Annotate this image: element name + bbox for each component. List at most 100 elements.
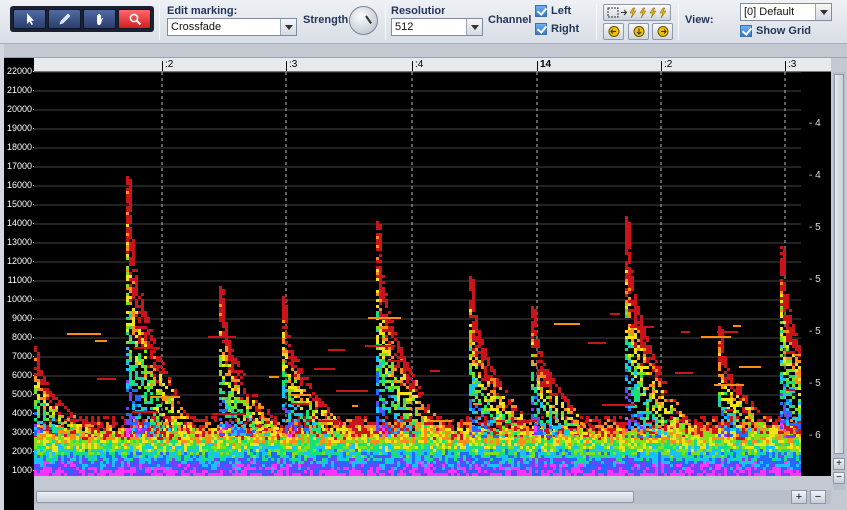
apply-processing-button[interactable] — [603, 4, 671, 21]
spectral-cell — [775, 473, 778, 476]
time-ruler[interactable]: :2:3:4 14:2:3 — [34, 58, 831, 72]
spectral-cell — [736, 467, 739, 470]
spectral-cell — [622, 440, 625, 443]
spectral-cell — [151, 470, 154, 473]
right-channel-checkbox[interactable]: Right — [535, 23, 579, 35]
spectral-cell — [229, 449, 232, 452]
spectral-cell — [460, 440, 463, 443]
spectral-cell — [37, 470, 40, 473]
spectral-cell — [676, 464, 679, 467]
spectral-cell — [712, 440, 715, 443]
spectral-cell — [658, 455, 661, 458]
strength-knob[interactable] — [349, 6, 378, 35]
spectral-cell — [163, 434, 166, 437]
spectral-cell — [760, 455, 763, 458]
spectral-cell — [85, 461, 88, 464]
left-channel-checkbox[interactable]: Left — [535, 5, 571, 17]
spectral-cell — [535, 440, 538, 443]
spectral-cell — [136, 449, 139, 452]
spectral-cell — [175, 440, 178, 443]
spectral-cell — [586, 452, 589, 455]
spectral-cell — [97, 446, 100, 449]
select-tool-button[interactable] — [13, 9, 46, 29]
resolution-select[interactable]: 512 — [391, 18, 483, 36]
spectral-cell — [169, 464, 172, 467]
spectral-cell — [592, 470, 595, 473]
spectral-cell — [505, 455, 508, 458]
spectral-cell — [490, 440, 493, 443]
spectral-cell — [184, 440, 187, 443]
spectral-cell — [346, 449, 349, 452]
spectral-cell — [64, 470, 67, 473]
spectral-cell — [295, 458, 298, 461]
spectral-cell — [766, 440, 769, 443]
spectral-cell — [640, 455, 643, 458]
spectral-cell — [385, 464, 388, 467]
spectral-cell — [448, 446, 451, 449]
spectral-cell — [691, 458, 694, 461]
spectral-cell — [640, 449, 643, 452]
spectrogram-svg[interactable] — [34, 72, 831, 476]
spectrogram-canvas[interactable] — [34, 72, 831, 476]
spectral-cell — [610, 473, 613, 476]
spectral-cell — [97, 449, 100, 452]
spectral-cell — [688, 473, 691, 476]
spectral-cell — [265, 440, 268, 443]
spectral-cell — [535, 449, 538, 452]
spectral-cell — [772, 449, 775, 452]
spectral-cell — [475, 440, 478, 443]
spectral-cell — [781, 440, 784, 443]
spectral-cell — [196, 467, 199, 470]
spectral-cell — [583, 452, 586, 455]
spectral-cell — [445, 443, 448, 446]
spectral-cell — [355, 473, 358, 476]
frequency-tick: 5000 — [4, 389, 36, 399]
spectral-cell — [454, 434, 457, 437]
zoom-tool-button[interactable] — [118, 9, 151, 29]
view-select[interactable]: [0] Default — [740, 3, 832, 21]
spectral-cell — [742, 452, 745, 455]
show-grid-checkbox[interactable]: Show Grid — [740, 25, 811, 37]
process-center-button[interactable] — [628, 23, 649, 40]
spectral-cell — [412, 473, 415, 476]
spectral-cell — [331, 440, 334, 443]
spectral-cell — [760, 470, 763, 473]
spectral-cell — [700, 467, 703, 470]
spectral-cell — [346, 464, 349, 467]
spectral-cell — [118, 461, 121, 464]
edit-marking-select[interactable]: Crossfade — [167, 18, 297, 36]
spectral-cell — [394, 455, 397, 458]
spectral-cell — [685, 464, 688, 467]
spectral-cell — [610, 452, 613, 455]
spectral-cell — [349, 455, 352, 458]
spectral-cell — [199, 461, 202, 464]
spectral-cell — [604, 437, 607, 440]
spectral-cell — [421, 464, 424, 467]
spectral-cell — [664, 461, 667, 464]
spectral-cell — [784, 458, 787, 461]
spectral-cell — [43, 446, 46, 449]
spectral-cell — [718, 446, 721, 449]
spectral-cell — [184, 437, 187, 440]
spectral-cell — [115, 434, 118, 437]
process-left-button[interactable] — [603, 23, 624, 40]
spectral-cell — [775, 455, 778, 458]
spectral-cell — [259, 464, 262, 467]
spectral-cell — [274, 452, 277, 455]
spectral-cell — [679, 446, 682, 449]
spectral-cell — [541, 467, 544, 470]
pencil-tool-button[interactable] — [48, 9, 81, 29]
spectral-cell — [355, 455, 358, 458]
spectral-cell — [160, 437, 163, 440]
spectral-cell — [598, 473, 601, 476]
spectral-cell — [571, 458, 574, 461]
spectral-cell — [88, 431, 91, 434]
spectral-cell — [445, 440, 448, 443]
process-right-button[interactable] — [652, 23, 673, 40]
spectral-cell — [376, 431, 379, 434]
spectral-cell — [262, 440, 265, 443]
spectral-cell — [121, 461, 124, 464]
hand-tool-button[interactable] — [83, 9, 116, 29]
spectral-cell — [220, 449, 223, 452]
spectral-cell — [514, 437, 517, 440]
